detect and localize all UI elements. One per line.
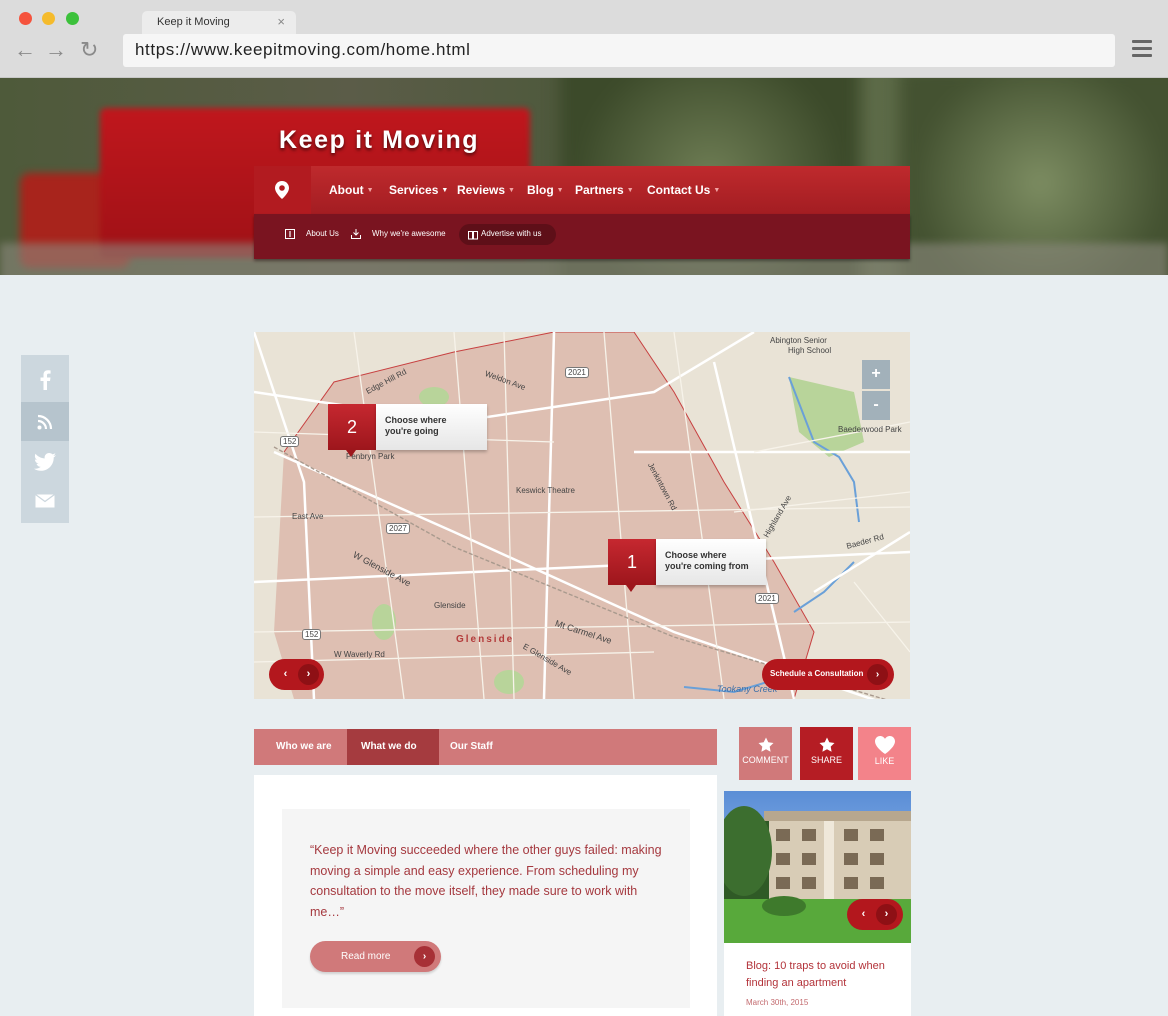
marker-card: Choose where you're coming from (656, 539, 766, 585)
blog-card[interactable]: ‹ › Blog: 10 traps to avoid when finding… (724, 791, 911, 1016)
reload-button[interactable]: ↻ (80, 38, 98, 62)
browser-chrome: Keep it Moving × ← → ↻ https://www.keepi… (0, 0, 1168, 78)
twitter-icon (34, 452, 56, 471)
heart-icon (874, 736, 895, 754)
map[interactable]: Abington Senior High School Baederwood P… (254, 332, 910, 699)
map-label-street: W Waverly Rd (334, 650, 385, 659)
map-marker-origin[interactable]: 1 Choose where you're coming from (608, 539, 766, 592)
forward-button[interactable]: → (45, 38, 67, 62)
blog-photo: ‹ › (724, 791, 911, 943)
blog-date: March 30th, 2015 (746, 998, 809, 1007)
subnav-why-awesome[interactable]: Why we're awesome (372, 229, 446, 238)
book-icon (468, 231, 478, 240)
route-shield: 152 (280, 436, 300, 447)
tab-our-staff[interactable]: Our Staff (439, 729, 529, 765)
site-logo[interactable]: Keep it Moving (279, 126, 479, 155)
testimonial-quote: “Keep it Moving succeeded where the othe… (310, 843, 662, 919)
main-nav: About ▼ Services ▼ Reviews ▼ Blog ▼ Partners… (254, 166, 910, 214)
nav-services[interactable]: Services ▼ (389, 183, 448, 197)
chevron-right-icon: › (867, 664, 888, 685)
testimonial: “Keep it Moving succeeded where the othe… (282, 809, 690, 1008)
subnav-about-us[interactable]: About Us (306, 229, 339, 238)
like-button[interactable]: LIKE (858, 727, 911, 780)
twitter-button[interactable] (21, 442, 69, 481)
nav-partners[interactable]: Partners ▼ (575, 183, 634, 197)
email-icon (35, 493, 55, 507)
marker-card: Choose where you're going (376, 404, 487, 450)
content-tabs: Who we are What we do Our Staff (254, 729, 717, 765)
maximize-window-button[interactable] (66, 12, 79, 25)
tab-what-we-do[interactable]: What we do (347, 729, 439, 765)
route-shield: 2027 (386, 523, 410, 534)
star-icon (758, 737, 773, 752)
email-button[interactable] (21, 481, 69, 520)
facebook-icon (40, 369, 51, 390)
comment-button[interactable]: COMMENT (739, 727, 792, 780)
download-icon (351, 229, 361, 239)
rss-icon (37, 414, 53, 429)
zoom-in-button[interactable]: + (862, 360, 890, 389)
route-shield: 2021 (565, 367, 589, 378)
marker-number: 1 (608, 539, 656, 592)
tab-who-we-are[interactable]: Who we are (254, 729, 347, 765)
info-icon (285, 229, 295, 239)
rss-button[interactable] (21, 402, 69, 441)
tab-close-icon[interactable]: × (277, 14, 285, 29)
sub-nav: About Us Why we're awesome Advertise wit… (254, 214, 910, 259)
nav-contact-us[interactable]: Contact Us ▼ (647, 183, 720, 197)
map-label-glenside: Glenside (456, 634, 515, 645)
prev-arrow-icon[interactable]: ‹ (275, 664, 296, 685)
address-bar[interactable]: https://www.keepitmoving.com/home.html (123, 34, 1115, 67)
blog-pager: ‹ › (847, 899, 903, 930)
route-shield: 2021 (755, 593, 779, 604)
back-button[interactable]: ← (14, 38, 36, 62)
map-label-highschool: High School (788, 346, 832, 355)
share-button[interactable]: SHARE (800, 727, 853, 780)
zoom-out-button[interactable]: - (862, 391, 890, 420)
map-pager: ‹ › (269, 659, 324, 690)
tab-content: “Keep it Moving succeeded where the othe… (254, 775, 717, 1016)
next-arrow-icon[interactable]: › (876, 904, 897, 925)
facebook-button[interactable] (21, 360, 69, 399)
subnav-advertise[interactable]: Advertise with us (459, 224, 556, 245)
map-marker-destination[interactable]: 2 Choose where you're going (328, 404, 487, 457)
map-label-baederwood: Baederwood Park (838, 425, 902, 434)
chevron-right-icon: › (414, 946, 435, 967)
nav-blog[interactable]: Blog ▼ (527, 183, 564, 197)
map-label-keswick: Keswick Theatre (516, 486, 575, 495)
blog-title[interactable]: Blog: 10 traps to avoid when finding an … (746, 958, 901, 992)
read-more-button[interactable]: Read more › (310, 941, 441, 972)
map-pin-icon (275, 181, 289, 199)
star-icon (819, 737, 834, 752)
minimize-window-button[interactable] (42, 12, 55, 25)
nav-about[interactable]: About ▼ (329, 183, 374, 197)
route-shield: 152 (302, 629, 322, 640)
map-streets (254, 332, 910, 699)
menu-icon[interactable] (1132, 40, 1152, 60)
map-label-glenside-station: Glenside (434, 601, 466, 610)
schedule-consultation-button[interactable]: Schedule a Consultation › (762, 659, 894, 690)
close-window-button[interactable] (19, 12, 32, 25)
marker-number: 2 (328, 404, 376, 457)
tab-title: Keep it Moving (157, 16, 230, 28)
browser-tab[interactable]: Keep it Moving × (142, 11, 296, 34)
map-label-street: East Ave (292, 512, 324, 521)
location-button[interactable] (254, 166, 311, 214)
nav-reviews[interactable]: Reviews ▼ (457, 183, 515, 197)
map-label-abington: Abington Senior (770, 336, 827, 345)
social-sidebar (21, 355, 69, 523)
map-zoom-controls: + - (862, 360, 890, 420)
next-arrow-icon[interactable]: › (298, 664, 319, 685)
prev-arrow-icon[interactable]: ‹ (853, 904, 874, 925)
